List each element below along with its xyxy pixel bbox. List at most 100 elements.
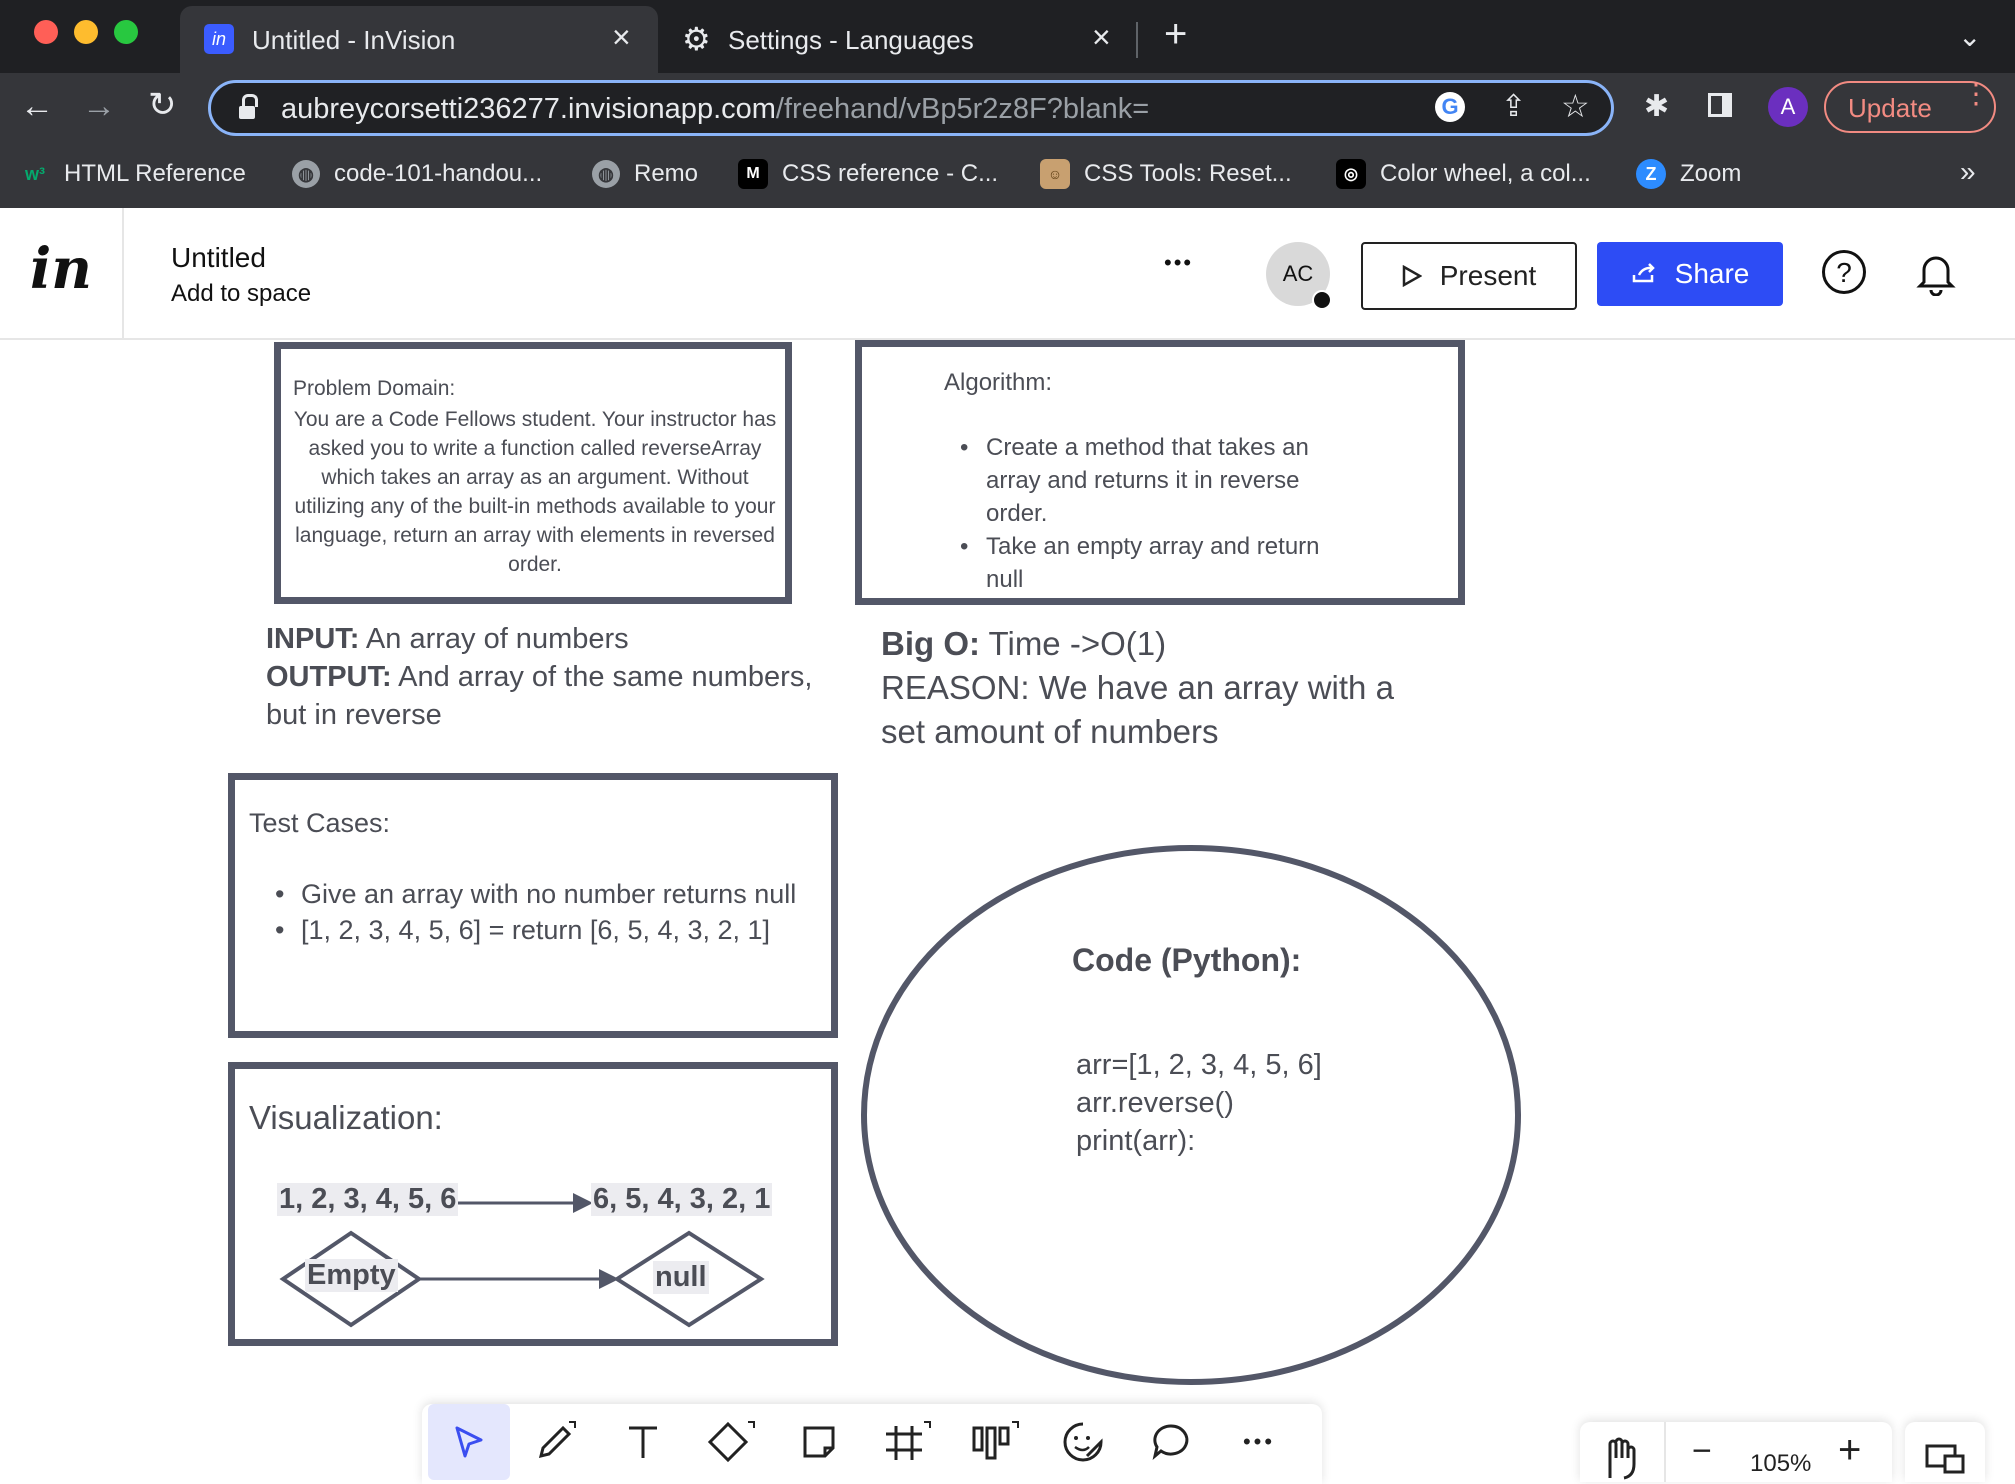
close-window-button[interactable] [34, 20, 58, 44]
big-o-label: Big O: [881, 625, 980, 662]
sticky-note-tool[interactable] [778, 1404, 860, 1480]
more-tools-icon[interactable]: ••• [1218, 1404, 1300, 1480]
reload-icon[interactable]: ↻ [148, 85, 177, 125]
tab-title: Settings - Languages [728, 25, 974, 55]
layout-tool[interactable] [954, 1404, 1036, 1480]
visualization-box[interactable]: Visualization: 1, 2, 3, 4, 5, 6 6, 5, 4,… [228, 1062, 838, 1346]
update-button[interactable]: Update ⋮ [1824, 78, 1996, 133]
bookmark-zoom[interactable]: Z Zoom [1636, 155, 1741, 193]
bookmark-code-101[interactable]: ◍ code-101-handou... [292, 155, 542, 193]
zoom-level[interactable]: 105% [1750, 1450, 1811, 1478]
screen-view-icon [1925, 1444, 1965, 1474]
url-domain: aubreycorsetti236277.invisionapp.com [281, 93, 776, 125]
bookmark-html-reference[interactable]: w³ HTML Reference [20, 155, 246, 193]
algorithm-item: Create a method that takes an array and … [960, 431, 1340, 530]
bookmark-label: Color wheel, a col... [1380, 160, 1591, 187]
share-page-icon[interactable]: ⇪ [1501, 89, 1526, 124]
extensions-icon[interactable]: ✱ [1644, 89, 1669, 124]
address-bar[interactable]: aubreycorsetti236277.invisionapp.com/fre… [208, 80, 1614, 136]
bookmark-label: CSS reference - C... [782, 160, 999, 187]
code-heading: Code (Python): [1072, 942, 1302, 978]
bookmark-star-icon[interactable]: ☆ [1561, 87, 1590, 125]
bookmark-label: CSS Tools: Reset... [1084, 160, 1292, 187]
problem-body: You are a Code Fellows student. Your ins… [293, 408, 777, 576]
bookmark-remo[interactable]: ◍ Remo [592, 155, 698, 193]
back-icon[interactable]: ← [20, 87, 54, 126]
mdn-icon: M [738, 159, 768, 189]
notifications-bell-icon[interactable] [1916, 250, 1956, 296]
kebab-menu-icon: ⋮ [1962, 78, 1990, 109]
browser-tab-bar: in Untitled - InVision × ⚙ Settings - La… [0, 0, 2015, 73]
help-icon[interactable]: ? [1822, 250, 1866, 294]
array-arrow-head [573, 1193, 593, 1213]
invision-logo-cell[interactable]: in [0, 208, 124, 338]
input-text: An array of numbers [359, 623, 629, 655]
bookmark-label: HTML Reference [64, 160, 246, 187]
test-case-item: Give an array with no number returns nul… [275, 876, 835, 912]
zoom-in-icon[interactable]: + [1838, 1428, 1861, 1473]
zoom-controls: − 105% + [1580, 1422, 1892, 1482]
tab-invision[interactable]: in Untitled - InVision × [180, 6, 658, 73]
code-line: arr.reverse() [1076, 1087, 1234, 1119]
test-cases-box[interactable]: Test Cases: Give an array with no number… [228, 773, 838, 1038]
add-to-space-link[interactable]: Add to space [171, 280, 311, 308]
present-button[interactable]: Present [1361, 242, 1577, 310]
bookmarks-overflow-icon[interactable]: » [1960, 156, 1976, 188]
lock-icon [239, 106, 255, 119]
comment-bubble-icon [1152, 1424, 1189, 1460]
url-text[interactable]: aubreycorsetti236277.invisionapp.com/fre… [281, 93, 1149, 126]
minimize-window-button[interactable] [74, 20, 98, 44]
hand-pan-icon[interactable] [1600, 1432, 1644, 1482]
code-block: arr=[1, 2, 3, 4, 5, 6] arr.reverse() pri… [1076, 1046, 1322, 1160]
pen-tool[interactable] [514, 1404, 596, 1480]
text-tool[interactable] [602, 1404, 684, 1480]
big-o-reason: REASON: We have an array with a set amou… [881, 669, 1394, 750]
code-line: arr=[1, 2, 3, 4, 5, 6] [1076, 1049, 1322, 1081]
big-o-value: Time ->O(1) [979, 625, 1167, 662]
input-array-label: 1, 2, 3, 4, 5, 6 [277, 1183, 459, 1216]
bookmark-color-wheel[interactable]: ◎ Color wheel, a col... [1336, 155, 1591, 193]
document-title[interactable]: Untitled [171, 242, 266, 274]
sticker-tool[interactable] [1042, 1404, 1124, 1480]
frame-tool[interactable] [866, 1404, 948, 1480]
empty-arrow-head [599, 1269, 619, 1289]
shape-tool[interactable] [690, 1404, 772, 1480]
side-panel-icon[interactable] [1708, 93, 1732, 117]
problem-domain-box[interactable]: Problem Domain: You are a Code Fellows s… [274, 342, 792, 604]
new-tab-icon[interactable]: + [1164, 12, 1187, 57]
maximize-window-button[interactable] [114, 20, 138, 44]
meyerweb-icon: ☺ [1040, 159, 1070, 189]
invision-logo: in [30, 236, 92, 302]
tab-search-chevron-icon[interactable]: ⌄ [1958, 20, 1981, 53]
bookmark-css-reference[interactable]: M CSS reference - C... [738, 155, 998, 193]
comment-tool[interactable] [1130, 1404, 1212, 1480]
gear-icon: ⚙ [682, 21, 711, 57]
share-icon [1632, 263, 1655, 283]
algorithm-item: Take an empty array and return null [960, 530, 1340, 596]
profile-avatar[interactable]: A [1768, 87, 1808, 127]
forward-icon[interactable]: → [82, 87, 116, 126]
tab-settings[interactable]: ⚙ Settings - Languages × [660, 6, 1138, 73]
close-tab-icon[interactable]: × [612, 19, 631, 56]
algorithm-box[interactable]: Algorithm: Create a method that takes an… [855, 340, 1465, 605]
adobe-color-icon: ◎ [1336, 159, 1366, 189]
zoom-out-icon[interactable]: − [1692, 1432, 1712, 1471]
presence-dot [1312, 290, 1332, 310]
output-label: OUTPUT: [266, 661, 392, 693]
more-options-icon[interactable]: ••• [1164, 250, 1193, 276]
problem-heading: Problem Domain: [293, 377, 456, 400]
input-output-text[interactable]: INPUT: An array of numbers OUTPUT: And a… [266, 620, 846, 734]
globe-icon: ◍ [592, 160, 620, 188]
google-icon[interactable]: G [1435, 92, 1465, 122]
big-o-text[interactable]: Big O: Time ->O(1) REASON: We have an ar… [881, 622, 1441, 754]
bookmark-css-tools[interactable]: ☺ CSS Tools: Reset... [1040, 155, 1292, 193]
share-button[interactable]: Share [1597, 242, 1783, 306]
null-label: null [653, 1261, 709, 1294]
diamond-shape-icon [707, 1421, 755, 1463]
bookmark-label: Zoom [1680, 160, 1742, 187]
close-tab-icon[interactable]: × [1092, 19, 1111, 56]
bookmark-label: Remo [634, 160, 699, 187]
view-options-button[interactable] [1905, 1422, 1985, 1482]
select-tool[interactable] [428, 1404, 510, 1480]
globe-icon: ◍ [292, 160, 320, 188]
